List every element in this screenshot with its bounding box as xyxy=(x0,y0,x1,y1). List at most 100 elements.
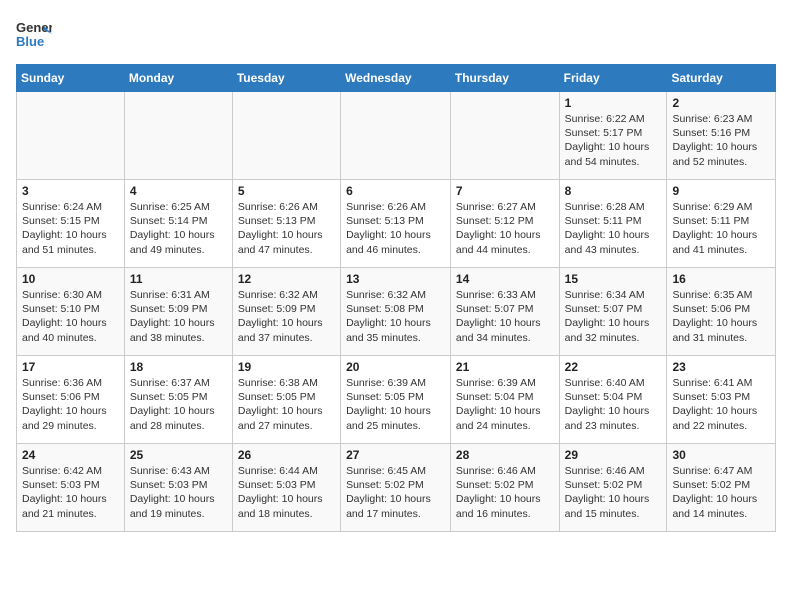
weekday-header-cell: Wednesday xyxy=(341,65,451,92)
day-info: Sunrise: 6:23 AM Sunset: 5:16 PM Dayligh… xyxy=(672,112,770,169)
day-info: Sunrise: 6:46 AM Sunset: 5:02 PM Dayligh… xyxy=(565,464,662,521)
day-number: 13 xyxy=(346,272,445,286)
weekday-header-cell: Friday xyxy=(559,65,667,92)
day-number: 27 xyxy=(346,448,445,462)
day-info: Sunrise: 6:47 AM Sunset: 5:02 PM Dayligh… xyxy=(672,464,770,521)
weekday-header-cell: Monday xyxy=(124,65,232,92)
day-info: Sunrise: 6:32 AM Sunset: 5:08 PM Dayligh… xyxy=(346,288,445,345)
calendar-day-cell xyxy=(341,92,451,180)
calendar-day-cell: 26Sunrise: 6:44 AM Sunset: 5:03 PM Dayli… xyxy=(232,444,340,532)
day-info: Sunrise: 6:38 AM Sunset: 5:05 PM Dayligh… xyxy=(238,376,335,433)
logo-icon: General Blue xyxy=(16,16,52,52)
calendar-day-cell: 21 Sunrise: 6:39 AM Sunset: 5:04 PM Dayli… xyxy=(450,356,559,444)
day-info: Sunrise: 6:34 AM Sunset: 5:07 PM Dayligh… xyxy=(565,288,662,345)
day-info: Sunrise: 6:37 AM Sunset: 5:05 PM Dayligh… xyxy=(130,376,227,433)
calendar-day-cell xyxy=(450,92,559,180)
weekday-header-cell: Tuesday xyxy=(232,65,340,92)
day-info: Sunrise: 6:44 AM Sunset: 5:03 PM Dayligh… xyxy=(238,464,335,521)
day-number: 29 xyxy=(565,448,662,462)
day-number: 21 xyxy=(456,360,554,374)
day-info: Sunrise: 6:40 AM Sunset: 5:04 PM Dayligh… xyxy=(565,376,662,433)
calendar-day-cell: 8 Sunrise: 6:28 AM Sunset: 5:11 PM Daylig… xyxy=(559,180,667,268)
day-number: 12 xyxy=(238,272,335,286)
day-number: 10 xyxy=(22,272,119,286)
day-number: 24 xyxy=(22,448,119,462)
calendar-day-cell xyxy=(17,92,125,180)
calendar-day-cell xyxy=(232,92,340,180)
calendar-day-cell: 11 Sunrise: 6:31 AM Sunset: 5:09 PM Dayli… xyxy=(124,268,232,356)
calendar-day-cell: 17 Sunrise: 6:36 AM Sunset: 5:06 PM Dayli… xyxy=(17,356,125,444)
calendar-week-row: 17 Sunrise: 6:36 AM Sunset: 5:06 PM Dayli… xyxy=(17,356,776,444)
day-number: 23 xyxy=(672,360,770,374)
calendar-week-row: 1 Sunrise: 6:22 AM Sunset: 5:17 PM Daylig… xyxy=(17,92,776,180)
calendar-day-cell: 22 Sunrise: 6:40 AM Sunset: 5:04 PM Dayli… xyxy=(559,356,667,444)
calendar-day-cell: 9Sunrise: 6:29 AM Sunset: 5:11 PM Daylig… xyxy=(667,180,776,268)
calendar-day-cell: 6 Sunrise: 6:26 AM Sunset: 5:13 PM Daylig… xyxy=(341,180,451,268)
calendar-day-cell: 10 Sunrise: 6:30 AM Sunset: 5:10 PM Dayli… xyxy=(17,268,125,356)
day-info: Sunrise: 6:28 AM Sunset: 5:11 PM Dayligh… xyxy=(565,200,662,257)
day-info: Sunrise: 6:29 AM Sunset: 5:11 PM Dayligh… xyxy=(672,200,770,257)
day-info: Sunrise: 6:42 AM Sunset: 5:03 PM Dayligh… xyxy=(22,464,119,521)
day-number: 2 xyxy=(672,96,770,110)
calendar-day-cell: 20Sunrise: 6:39 AM Sunset: 5:05 PM Dayli… xyxy=(341,356,451,444)
day-info: Sunrise: 6:27 AM Sunset: 5:12 PM Dayligh… xyxy=(456,200,554,257)
day-number: 18 xyxy=(130,360,227,374)
day-number: 11 xyxy=(130,272,227,286)
logo: General Blue xyxy=(16,16,56,52)
day-number: 17 xyxy=(22,360,119,374)
day-number: 19 xyxy=(238,360,335,374)
day-info: Sunrise: 6:43 AM Sunset: 5:03 PM Dayligh… xyxy=(130,464,227,521)
weekday-header-cell: Saturday xyxy=(667,65,776,92)
calendar-day-cell: 13 Sunrise: 6:32 AM Sunset: 5:08 PM Dayli… xyxy=(341,268,451,356)
calendar-day-cell: 3 Sunrise: 6:24 AM Sunset: 5:15 PM Daylig… xyxy=(17,180,125,268)
svg-text:Blue: Blue xyxy=(16,34,44,49)
day-info: Sunrise: 6:36 AM Sunset: 5:06 PM Dayligh… xyxy=(22,376,119,433)
day-info: Sunrise: 6:35 AM Sunset: 5:06 PM Dayligh… xyxy=(672,288,770,345)
day-number: 6 xyxy=(346,184,445,198)
day-number: 3 xyxy=(22,184,119,198)
day-number: 8 xyxy=(565,184,662,198)
weekday-header-cell: Sunday xyxy=(17,65,125,92)
day-number: 22 xyxy=(565,360,662,374)
day-info: Sunrise: 6:41 AM Sunset: 5:03 PM Dayligh… xyxy=(672,376,770,433)
day-info: Sunrise: 6:32 AM Sunset: 5:09 PM Dayligh… xyxy=(238,288,335,345)
calendar-day-cell: 7 Sunrise: 6:27 AM Sunset: 5:12 PM Daylig… xyxy=(450,180,559,268)
calendar-day-cell: 25 Sunrise: 6:43 AM Sunset: 5:03 PM Dayli… xyxy=(124,444,232,532)
calendar-day-cell: 14Sunrise: 6:33 AM Sunset: 5:07 PM Dayli… xyxy=(450,268,559,356)
calendar-day-cell xyxy=(124,92,232,180)
calendar-day-cell: 12 Sunrise: 6:32 AM Sunset: 5:09 PM Dayli… xyxy=(232,268,340,356)
calendar-week-row: 3 Sunrise: 6:24 AM Sunset: 5:15 PM Daylig… xyxy=(17,180,776,268)
day-info: Sunrise: 6:26 AM Sunset: 5:13 PM Dayligh… xyxy=(346,200,445,257)
day-number: 28 xyxy=(456,448,554,462)
day-info: Sunrise: 6:31 AM Sunset: 5:09 PM Dayligh… xyxy=(130,288,227,345)
day-number: 16 xyxy=(672,272,770,286)
calendar-day-cell: 1 Sunrise: 6:22 AM Sunset: 5:17 PM Daylig… xyxy=(559,92,667,180)
calendar-day-cell: 19 Sunrise: 6:38 AM Sunset: 5:05 PM Dayli… xyxy=(232,356,340,444)
day-info: Sunrise: 6:39 AM Sunset: 5:05 PM Dayligh… xyxy=(346,376,445,433)
day-number: 7 xyxy=(456,184,554,198)
day-number: 25 xyxy=(130,448,227,462)
day-info: Sunrise: 6:22 AM Sunset: 5:17 PM Dayligh… xyxy=(565,112,662,169)
day-info: Sunrise: 6:26 AM Sunset: 5:13 PM Dayligh… xyxy=(238,200,335,257)
day-info: Sunrise: 6:46 AM Sunset: 5:02 PM Dayligh… xyxy=(456,464,554,521)
calendar-day-cell: 29 Sunrise: 6:46 AM Sunset: 5:02 PM Dayli… xyxy=(559,444,667,532)
day-info: Sunrise: 6:39 AM Sunset: 5:04 PM Dayligh… xyxy=(456,376,554,433)
page-header: General Blue xyxy=(16,16,776,52)
day-info: Sunrise: 6:24 AM Sunset: 5:15 PM Dayligh… xyxy=(22,200,119,257)
calendar-day-cell: 27Sunrise: 6:45 AM Sunset: 5:02 PM Dayli… xyxy=(341,444,451,532)
calendar-week-row: 24 Sunrise: 6:42 AM Sunset: 5:03 PM Dayli… xyxy=(17,444,776,532)
day-number: 1 xyxy=(565,96,662,110)
svg-text:General: General xyxy=(16,20,52,35)
weekday-header-row: SundayMondayTuesdayWednesdayThursdayFrid… xyxy=(17,65,776,92)
calendar-day-cell: 23 Sunrise: 6:41 AM Sunset: 5:03 PM Dayli… xyxy=(667,356,776,444)
calendar-day-cell: 15 Sunrise: 6:34 AM Sunset: 5:07 PM Dayli… xyxy=(559,268,667,356)
day-number: 14 xyxy=(456,272,554,286)
day-number: 15 xyxy=(565,272,662,286)
calendar-day-cell: 4 Sunrise: 6:25 AM Sunset: 5:14 PM Daylig… xyxy=(124,180,232,268)
calendar-day-cell: 5Sunrise: 6:26 AM Sunset: 5:13 PM Daylig… xyxy=(232,180,340,268)
calendar-day-cell: 2 Sunrise: 6:23 AM Sunset: 5:16 PM Daylig… xyxy=(667,92,776,180)
day-info: Sunrise: 6:30 AM Sunset: 5:10 PM Dayligh… xyxy=(22,288,119,345)
day-number: 4 xyxy=(130,184,227,198)
day-info: Sunrise: 6:25 AM Sunset: 5:14 PM Dayligh… xyxy=(130,200,227,257)
calendar-day-cell: 30Sunrise: 6:47 AM Sunset: 5:02 PM Dayli… xyxy=(667,444,776,532)
